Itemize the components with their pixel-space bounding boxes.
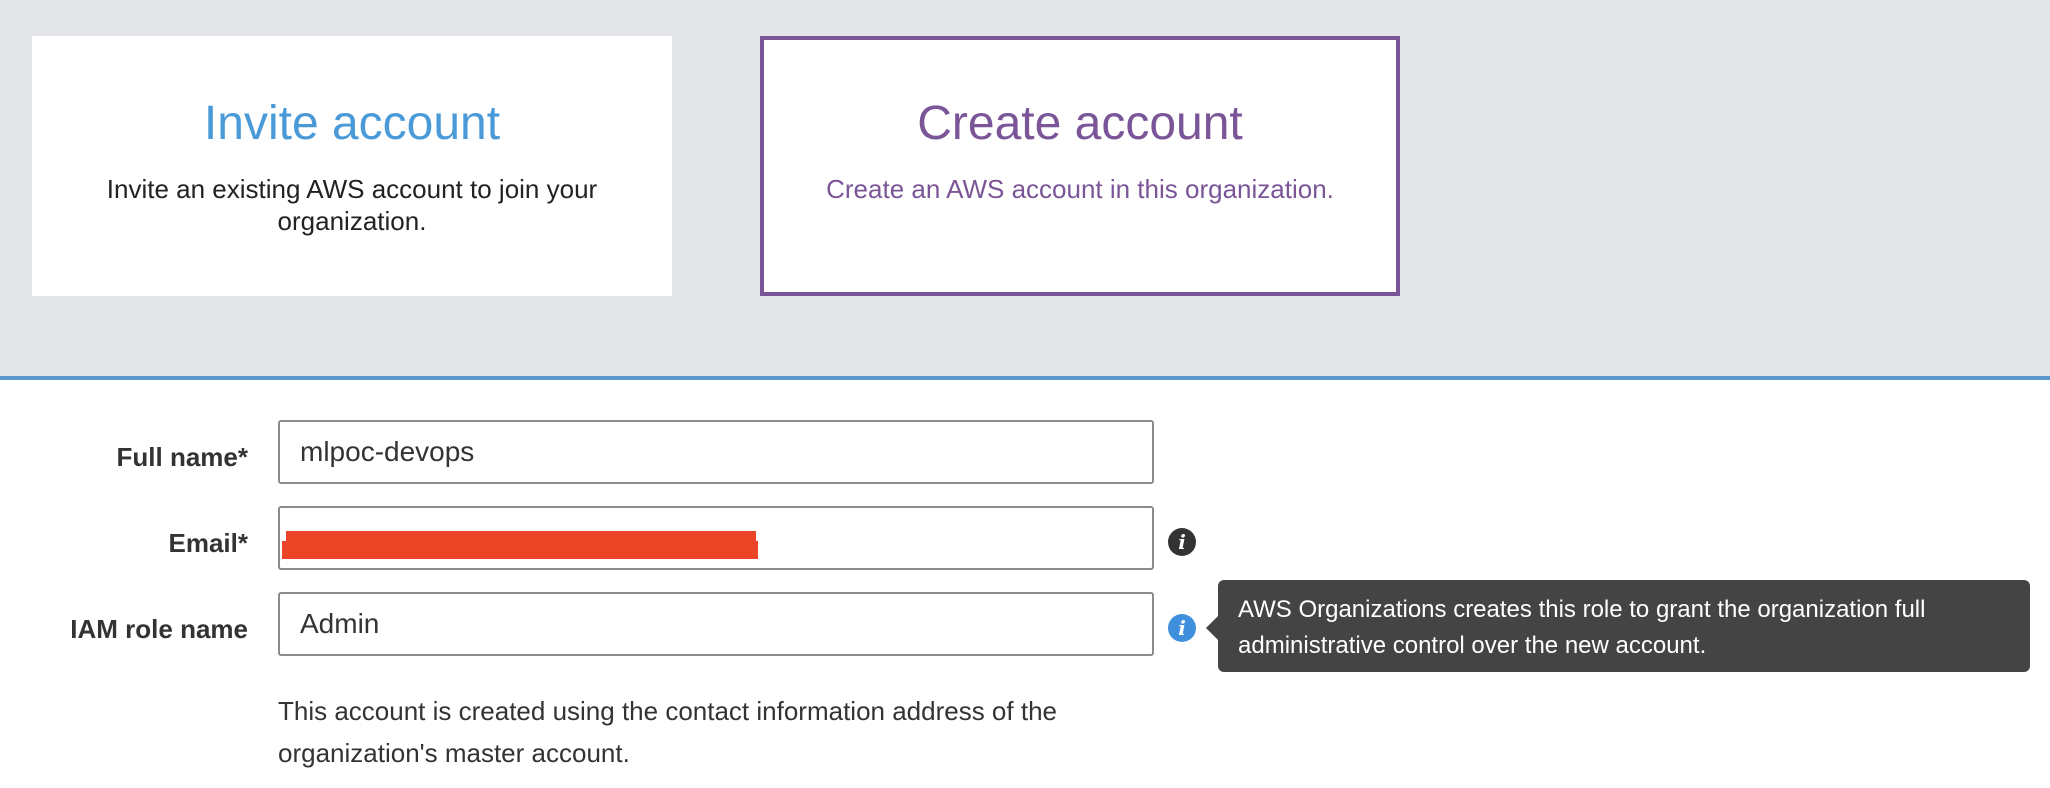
full-name-input[interactable] [278,420,1154,484]
full-name-label: Full name* [116,442,248,472]
invite-account-card[interactable]: Invite account Invite an existing AWS ac… [32,36,672,296]
invite-account-description: Invite an existing AWS account to join y… [106,173,598,236]
account-type-selector: Invite account Invite an existing AWS ac… [0,0,2050,380]
tooltip-text: AWS Organizations creates this role to g… [1238,596,1926,659]
iam-role-info-icon[interactable]: i [1168,614,1196,642]
iam-role-tooltip: AWS Organizations creates this role to g… [1206,580,2030,672]
create-account-title: Create account [917,97,1243,150]
iam-role-label: IAM role name [70,614,248,644]
iam-role-input[interactable] [278,592,1154,656]
email-redaction-lower [282,541,758,559]
create-account-card[interactable]: Create account Create an AWS account in … [760,36,1400,296]
create-account-description: Create an AWS account in this organizati… [826,173,1334,204]
email-info-icon[interactable]: i [1168,528,1196,556]
contact-info-help-text: This account is created using the contac… [278,696,1057,768]
invite-account-title: Invite account [203,97,501,150]
email-label: Email* [168,528,249,558]
